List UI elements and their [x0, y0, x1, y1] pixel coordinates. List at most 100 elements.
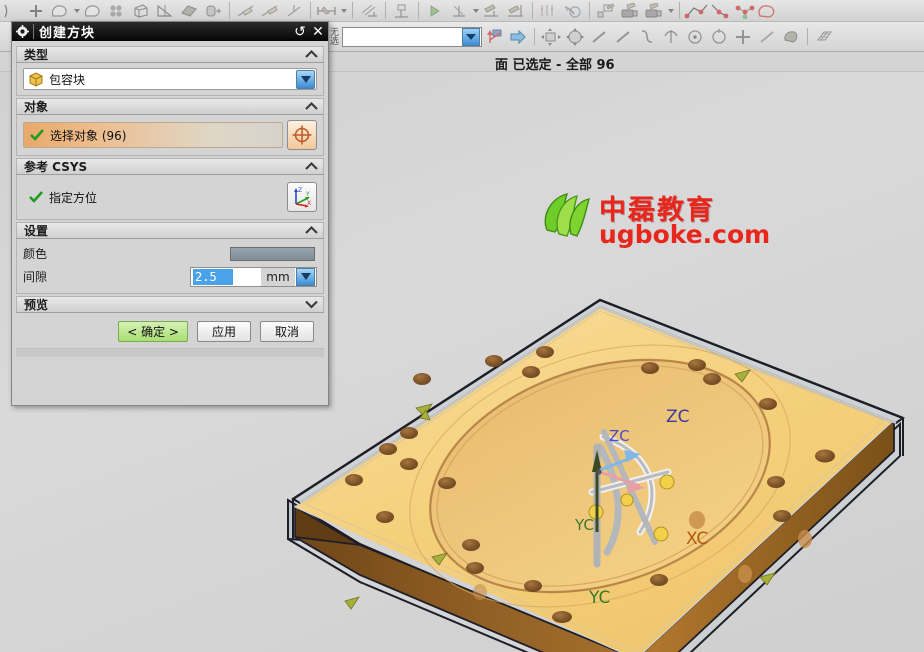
chevron-up-icon[interactable]: [303, 224, 319, 238]
color-row[interactable]: 颜色: [23, 242, 317, 265]
clearance-label: 间隙: [23, 270, 48, 284]
chevron-down-icon[interactable]: [303, 298, 319, 312]
section-header-type[interactable]: 类型: [16, 46, 324, 63]
specify-orientation-label: 指定方位: [49, 190, 98, 205]
wcs-dynamics-icon[interactable]: [482, 27, 506, 47]
face-icon[interactable]: [779, 27, 803, 47]
main-toolbar-row-1[interactable]: [0, 0, 924, 22]
datum-csys-icon[interactable]: [282, 1, 306, 21]
chevron-down-icon[interactable]: [296, 267, 315, 286]
point-icon[interactable]: [24, 1, 48, 21]
spline-icon[interactable]: [684, 1, 708, 21]
type-combo-value: 包容块: [49, 72, 86, 87]
camera2-icon[interactable]: [642, 1, 666, 21]
shell-icon[interactable]: [594, 1, 618, 21]
play-dropdown-caret[interactable]: [471, 1, 480, 21]
camera-icon[interactable]: [618, 1, 642, 21]
svg-text:Y: Y: [305, 191, 310, 198]
spline-curve-icon[interactable]: [635, 27, 659, 47]
cancel-button[interactable]: 取消: [260, 321, 314, 342]
analysis-icon[interactable]: [357, 1, 381, 21]
chevron-down-icon[interactable]: [296, 69, 315, 89]
section-header-preview[interactable]: 预览: [16, 296, 324, 313]
extrude-icon[interactable]: [48, 1, 72, 21]
wcs-origin-icon[interactable]: [390, 1, 414, 21]
camera-dropdown-caret[interactable]: [666, 1, 675, 21]
axis-label-yc-far: YC: [588, 588, 610, 608]
arc-icon[interactable]: [0, 1, 24, 21]
axis-label-zc-near: ZC: [609, 427, 630, 445]
sweep-icon[interactable]: [561, 1, 585, 21]
type-combo[interactable]: 包容块: [23, 68, 317, 90]
dialog-body: 类型 包容块 对象 选择对象 (96) 参考 CSYS 指定方位 Z Y X 设…: [12, 41, 328, 405]
dialog-title-text: 创建方块: [39, 26, 96, 41]
separator: [310, 2, 311, 19]
draft2-icon[interactable]: [504, 1, 528, 21]
draft-icon[interactable]: [480, 1, 504, 21]
ok-button[interactable]: < 确定 >: [118, 321, 188, 342]
section-panel-settings: 颜色 间隙 2.5 mm: [16, 239, 324, 294]
measure-dropdown-caret[interactable]: [339, 1, 348, 21]
pattern-feature-icon[interactable]: [105, 1, 129, 21]
apply-button[interactable]: 应用: [197, 321, 251, 342]
trim-body-icon[interactable]: [153, 1, 177, 21]
chevron-up-icon[interactable]: [303, 160, 319, 174]
section-label-type: 类型: [24, 48, 49, 62]
selection-filter-combo[interactable]: [342, 26, 482, 47]
grid-icon[interactable]: [812, 27, 836, 47]
section-icon[interactable]: [537, 1, 561, 21]
section-header-object[interactable]: 对象: [16, 98, 324, 115]
intersection-icon[interactable]: [659, 27, 683, 47]
specify-orientation-field[interactable]: 指定方位: [23, 188, 283, 207]
reset-icon[interactable]: ↺: [291, 23, 309, 40]
section-header-settings[interactable]: 设置: [16, 222, 324, 239]
circle-icon[interactable]: [707, 27, 731, 47]
create-block-dialog[interactable]: 创建方块 ↺ ✕ 类型 包容块 对象 选择对象 (96) 参考 CSYS 指定方…: [11, 21, 329, 406]
region-icon[interactable]: [756, 1, 780, 21]
extrude-dropdown-caret[interactable]: [72, 1, 81, 21]
section-label-object: 对象: [24, 100, 49, 114]
rotate-object-icon[interactable]: [563, 27, 587, 47]
line3-icon[interactable]: [755, 27, 779, 47]
title-divider: [33, 24, 34, 39]
select-object-row[interactable]: 选择对象 (96): [23, 120, 317, 150]
clearance-input[interactable]: 2.5: [193, 268, 233, 285]
revolve-icon[interactable]: [81, 1, 105, 21]
polyline-icon[interactable]: [708, 1, 732, 21]
svg-text:Z: Z: [298, 187, 302, 194]
color-swatch[interactable]: [230, 246, 315, 261]
section-panel-type: 包容块: [16, 63, 324, 96]
line2-icon[interactable]: [611, 27, 635, 47]
play-icon[interactable]: [423, 1, 447, 21]
datum-axis-icon[interactable]: [258, 1, 282, 21]
chevron-down-icon[interactable]: [462, 27, 480, 46]
line-icon[interactable]: [587, 27, 611, 47]
specify-orientation-row[interactable]: 指定方位 Z Y X: [23, 180, 317, 214]
separator: [418, 2, 419, 19]
move-object-icon[interactable]: [539, 27, 563, 47]
svg-text:X: X: [307, 200, 311, 207]
offset-region-icon[interactable]: [201, 1, 225, 21]
csys-triad-icon[interactable]: Z Y X: [287, 182, 317, 212]
plus-icon[interactable]: [731, 27, 755, 47]
clearance-stepper[interactable]: 2.5 mm: [190, 266, 317, 287]
circle-center-icon[interactable]: [683, 27, 707, 47]
select-target-icon[interactable]: [287, 120, 317, 150]
block-icon[interactable]: [129, 1, 153, 21]
measure-distance-icon[interactable]: [315, 1, 339, 21]
gear-icon[interactable]: [13, 23, 31, 40]
select-object-field[interactable]: 选择对象 (96): [23, 122, 283, 148]
green-check-icon: [30, 129, 44, 141]
molecule-icon[interactable]: [732, 1, 756, 21]
arrow-right-icon[interactable]: [506, 27, 530, 47]
section-header-csys[interactable]: 参考 CSYS: [16, 158, 324, 175]
separator: [679, 2, 680, 19]
close-icon[interactable]: ✕: [309, 23, 327, 40]
chevron-up-icon[interactable]: [303, 100, 319, 114]
chevron-up-icon[interactable]: [303, 48, 319, 62]
dialog-title-bar[interactable]: 创建方块 ↺ ✕: [12, 22, 328, 41]
perpendicular-icon[interactable]: [447, 1, 471, 21]
datum-plane-icon[interactable]: [234, 1, 258, 21]
sew-icon[interactable]: [177, 1, 201, 21]
clearance-row[interactable]: 间隙 2.5 mm: [23, 265, 317, 288]
